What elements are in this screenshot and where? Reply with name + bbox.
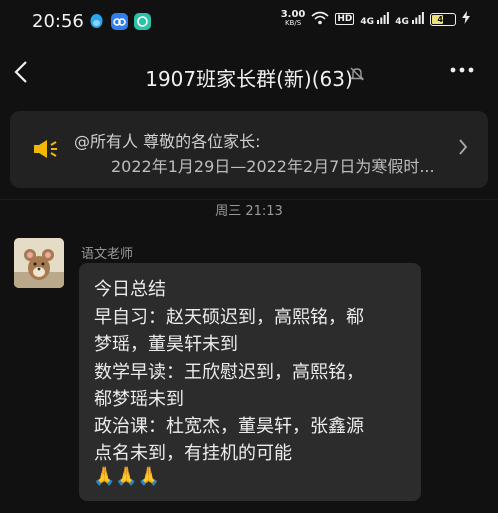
message-line: 今日总结 (94, 279, 166, 300)
message-line: 早自习：赵天硕迟到，高熙铭，郗 (94, 307, 364, 328)
praying-hands-emoji: 🙏🙏🙏 (93, 466, 161, 487)
message-line: 数学早读：王欣慰迟到，高熙铭， (94, 362, 364, 383)
hd-voice-badge: HD (335, 13, 355, 25)
network-speed-unit: KB/S (284, 19, 302, 27)
message-app-notification-icon (134, 13, 151, 30)
charging-bolt-icon (462, 11, 470, 27)
status-bar: 20:56 3.00 KB/S HD 4G 4G 48 (0, 0, 498, 44)
signal-bars-icon (412, 11, 424, 24)
mute-bell-icon (349, 66, 365, 86)
chat-header: 1907班家长群(新)(63) (0, 44, 498, 104)
signal-bars-icon (377, 11, 390, 24)
chat-title: 1907班家长群(新)(63) (145, 67, 353, 91)
message-bubble[interactable]: 今日总结 早自习：赵天硕迟到，高熙铭，郗 梦瑶，董昊轩未到 数学早读：王欣慰迟到… (79, 263, 421, 501)
message-line: 点名未到，有挂机的可能 (94, 443, 292, 464)
status-indicators: 3.00 KB/S HD 4G 4G 48 (281, 10, 470, 28)
battery-level: 48 (437, 14, 449, 24)
group-announcement-banner[interactable]: @所有人 尊敬的各位家长: 2022年1月29日—2022年2月7日为寒假时..… (10, 111, 488, 188)
megaphone-icon (32, 137, 60, 165)
chat-app-notification-icon (111, 13, 128, 30)
announcement-title: @所有人 尊敬的各位家长: (74, 132, 261, 151)
battery-indicator: 48 (430, 12, 456, 26)
message-line: 郗梦瑶未到 (94, 389, 184, 410)
chevron-right-icon (458, 137, 468, 162)
message-line: 梦瑶，董昊轩未到 (94, 334, 238, 355)
more-dots-icon (450, 67, 474, 73)
message-timestamp: 周三 21:13 (215, 204, 283, 219)
signal-strength-1: 4G (360, 11, 390, 27)
wifi-icon (311, 11, 329, 28)
announcement-preview: 2022年1月29日—2022年2月7日为寒假时... (111, 157, 435, 176)
message-line: 政治课：杜宽杰，董昊轩，张鑫源 (94, 416, 364, 437)
status-time: 20:56 (32, 11, 84, 32)
more-options-button[interactable] (450, 60, 474, 86)
signal-strength-2: 4G (395, 11, 424, 27)
sender-name: 语文老师 (81, 247, 134, 262)
network-speed: 3.00 KB/S (281, 10, 306, 28)
signal-type-2: 4G (395, 16, 409, 27)
signal-type-1: 4G (360, 16, 375, 27)
sender-avatar[interactable] (14, 238, 64, 288)
qq-notification-icon (88, 13, 105, 30)
